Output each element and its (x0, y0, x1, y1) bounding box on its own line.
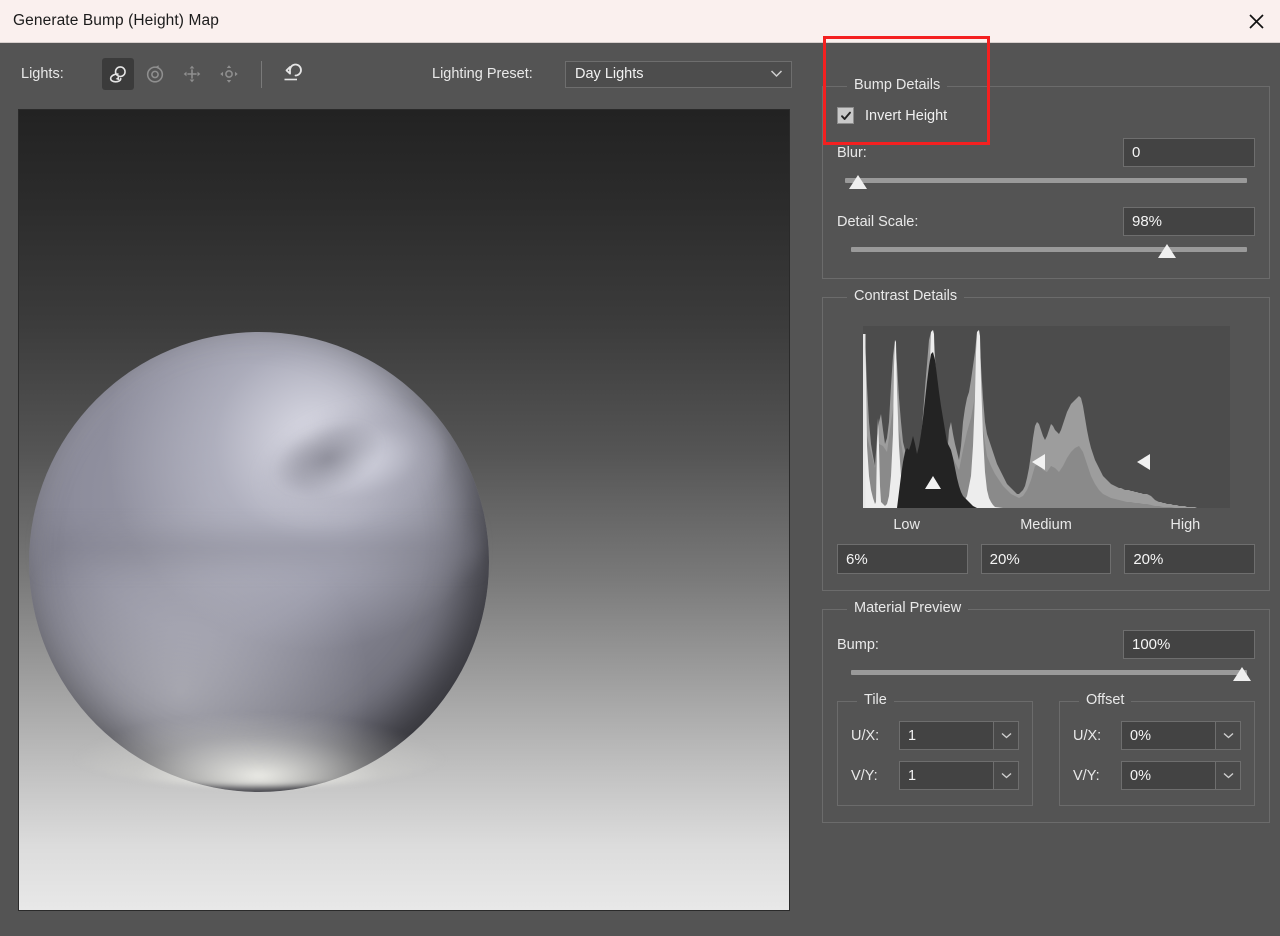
bump-amount-slider[interactable] (837, 667, 1255, 685)
tile-u-label: U/X: (851, 727, 880, 744)
bump-details-legend: Bump Details (847, 77, 948, 93)
pan-light-icon[interactable] (176, 58, 208, 90)
tile-legend: Tile (857, 692, 894, 708)
bump-amount-slider-track (851, 670, 1247, 675)
lighting-preset-dropdown[interactable]: Day Lights (565, 60, 792, 88)
offset-group: Offset U/X: 0% V/Y: 0% (1059, 692, 1255, 806)
contrast-medium-input[interactable]: 20% (980, 544, 1112, 574)
blur-input[interactable]: 0 (1123, 138, 1255, 167)
blur-slider-track (845, 178, 1247, 183)
offset-u-value[interactable]: 0% (1122, 722, 1215, 749)
material-preview-group: Material Preview Bump: 100% Tile U/X: 1 … (822, 600, 1270, 823)
tile-u-row: U/X: 1 (851, 721, 1019, 750)
chevron-down-icon[interactable] (993, 722, 1018, 749)
detail-scale-row: Detail Scale: 98% (837, 207, 1255, 236)
tile-v-value[interactable]: 1 (900, 762, 993, 789)
reset-lights-icon[interactable] (275, 58, 307, 90)
offset-legend: Offset (1079, 692, 1132, 708)
histogram-label-medium: Medium (1020, 517, 1072, 533)
tile-v-spinner[interactable]: 1 (899, 761, 1019, 790)
chevron-down-icon[interactable] (993, 762, 1018, 789)
bump-amount-input[interactable]: 100% (1123, 630, 1255, 659)
detail-scale-label: Detail Scale: (837, 213, 919, 230)
window-titlebar: Generate Bump (Height) Map (0, 0, 1280, 43)
tile-u-value[interactable]: 1 (900, 722, 993, 749)
offset-v-spinner[interactable]: 0% (1121, 761, 1241, 790)
tile-offset-row: Tile U/X: 1 V/Y: 1 Offset U/X: 0% V/Y: 0… (837, 692, 1255, 806)
roll-light-icon[interactable] (139, 58, 171, 90)
blur-row: Blur: 0 (837, 138, 1255, 167)
chevron-down-icon (770, 65, 783, 83)
detail-scale-slider-track (851, 247, 1247, 252)
detail-scale-slider[interactable] (837, 244, 1255, 262)
tile-group: Tile U/X: 1 V/Y: 1 (837, 692, 1033, 806)
offset-u-label: U/X: (1073, 727, 1102, 744)
offset-v-value[interactable]: 0% (1122, 762, 1215, 789)
contrast-low-input[interactable]: 6% (837, 544, 968, 574)
material-preview-canvas[interactable] (18, 109, 790, 911)
histogram-svg (862, 330, 1230, 508)
lighting-preset-value: Day Lights (575, 66, 644, 82)
chevron-down-icon[interactable] (1215, 762, 1240, 789)
histogram-band-labels: Low Medium High (837, 517, 1255, 533)
bump-amount-slider-thumb[interactable] (1233, 667, 1251, 681)
lights-label: Lights: (21, 66, 64, 82)
offset-u-row: U/X: 0% (1073, 721, 1241, 750)
rotate-light-icon[interactable] (101, 58, 134, 90)
blur-slider-thumb[interactable] (849, 175, 867, 189)
offset-u-spinner[interactable]: 0% (1121, 721, 1241, 750)
generate-bump-map-dialog: Generate Bump (Height) Map Lights: Light… (0, 0, 1280, 936)
blur-slider[interactable] (837, 175, 1255, 193)
blur-label: Blur: (837, 144, 867, 161)
invert-height-label: Invert Height (865, 107, 948, 124)
tile-u-spinner[interactable]: 1 (899, 721, 1019, 750)
tile-v-label: V/Y: (851, 767, 878, 784)
contrast-value-fields: 6% 20% 20% (837, 544, 1256, 574)
bump-details-group: Bump Details Invert Height Blur: 0 Detai… (822, 36, 1270, 279)
tile-v-row: V/Y: 1 (851, 761, 1019, 790)
bump-amount-label: Bump: (837, 636, 879, 653)
light-tool-group (101, 58, 312, 90)
chevron-down-icon[interactable] (1215, 722, 1240, 749)
histogram-label-high: High (1170, 517, 1201, 533)
histogram-label-low: Low (893, 517, 920, 533)
settings-panel: Bump Details Invert Height Blur: 0 Detai… (822, 36, 1270, 841)
window-title: Generate Bump (Height) Map (13, 12, 219, 29)
histogram-marker-medium[interactable] (1031, 454, 1045, 470)
histogram-marker-low[interactable] (924, 476, 941, 489)
material-preview-legend: Material Preview (847, 600, 969, 616)
preview-sphere[interactable] (29, 332, 489, 792)
histogram-marker-high[interactable] (1136, 454, 1150, 470)
contrast-details-legend: Contrast Details (847, 288, 965, 304)
slide-light-icon[interactable] (213, 58, 245, 90)
toolbar-divider (260, 60, 262, 88)
lighting-preset-label: Lighting Preset: (432, 66, 533, 82)
bump-amount-row: Bump: 100% (837, 630, 1255, 659)
detail-scale-input[interactable]: 98% (1123, 207, 1255, 236)
offset-v-label: V/Y: (1073, 767, 1100, 784)
contrast-details-group: Contrast Details Low Medium High 6% 20% … (822, 288, 1270, 591)
sphere-band (38, 516, 480, 581)
contrast-high-input[interactable]: 20% (1124, 544, 1256, 574)
histogram-chart[interactable] (862, 326, 1230, 508)
sphere-rim-light (65, 713, 453, 788)
detail-scale-slider-thumb[interactable] (1158, 244, 1176, 258)
invert-height-row[interactable]: Invert Height (837, 107, 1255, 124)
close-icon[interactable] (1232, 0, 1280, 42)
offset-v-row: V/Y: 0% (1073, 761, 1241, 790)
invert-height-checkbox[interactable] (837, 107, 854, 124)
